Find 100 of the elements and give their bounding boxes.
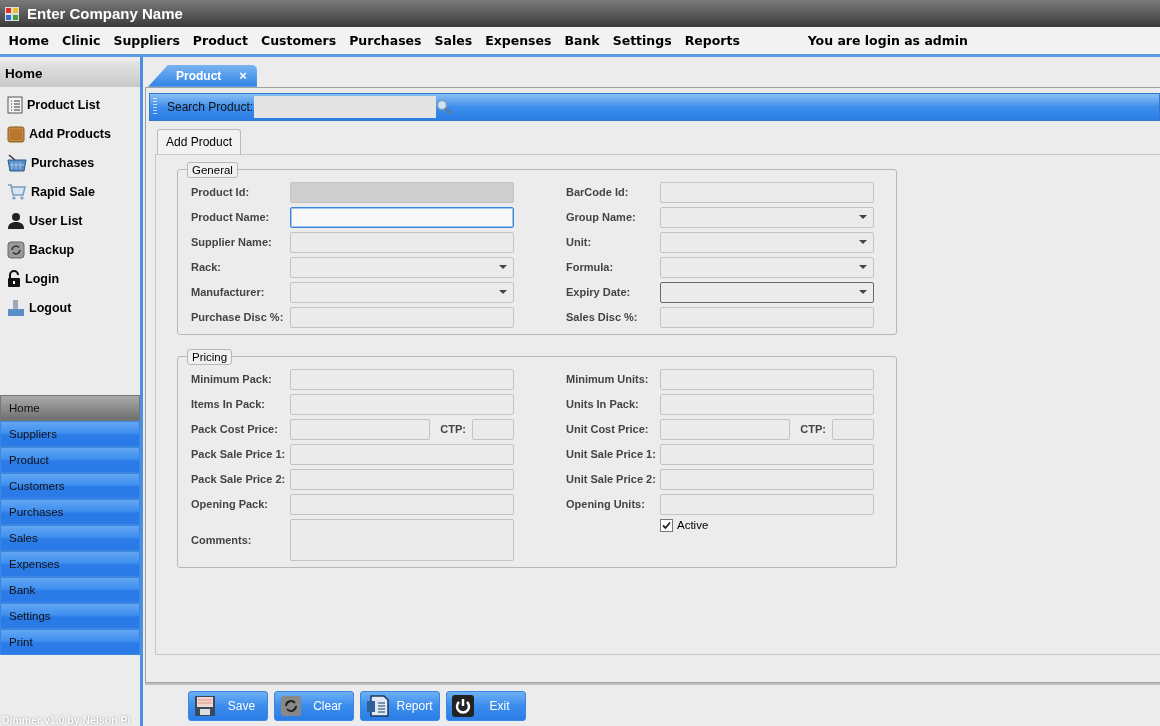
menu-item[interactable]: Product: [186, 33, 255, 48]
login-status: You are login as admin: [807, 33, 968, 48]
menu-item[interactable]: Sales: [428, 33, 479, 48]
field-label: Opening Pack:: [191, 498, 270, 511]
field-label: Comments:: [191, 533, 253, 546]
input-field[interactable]: [660, 393, 874, 415]
nav-item[interactable]: Suppliers: [0, 421, 140, 447]
input-field[interactable]: [660, 418, 791, 440]
nav-item[interactable]: Sales: [0, 525, 140, 551]
field-label: Minimum Pack:: [191, 373, 273, 386]
field-label: Expiry Date:: [566, 286, 632, 299]
field-label: Units In Pack:: [566, 398, 640, 411]
nav-item[interactable]: Bank: [0, 577, 140, 603]
menu-item[interactable]: Customers: [254, 33, 343, 48]
input-field[interactable]: [290, 368, 514, 390]
field-label: Group Name:: [566, 211, 637, 224]
sidebar-item[interactable]: Backup: [29, 242, 75, 257]
field-label: Supplier Name:: [191, 236, 273, 249]
caret-icon: [859, 290, 867, 295]
menu-item[interactable]: Suppliers: [106, 33, 187, 48]
power-icon: [452, 694, 474, 717]
list-icon: [7, 95, 23, 114]
nav-item[interactable]: Print: [0, 629, 140, 655]
field-label: Pack Sale Price 1:: [191, 448, 287, 461]
basket-icon: [7, 153, 27, 172]
sidebar-header: Home: [0, 61, 140, 87]
input-field[interactable]: [290, 443, 514, 465]
sidebar-item[interactable]: Logout: [29, 300, 72, 315]
box-icon: [7, 124, 25, 143]
input-field[interactable]: [660, 468, 874, 490]
input-field[interactable]: [290, 231, 514, 253]
sidebar-item[interactable]: Product List: [27, 97, 100, 112]
menu-item[interactable]: Expenses: [478, 33, 558, 48]
nav-item[interactable]: Purchases: [0, 499, 140, 525]
menu-item[interactable]: Settings: [606, 33, 679, 48]
lock-icon: [7, 269, 21, 288]
sidebar-item[interactable]: User List: [29, 213, 83, 228]
input-field[interactable]: [290, 206, 514, 228]
group-title: General: [187, 161, 238, 178]
form-tab[interactable]: Add Product: [157, 128, 242, 154]
input-field[interactable]: [290, 493, 514, 515]
search-icon[interactable]: [436, 98, 453, 115]
nav-item[interactable]: Customers: [0, 473, 140, 499]
caret-icon: [859, 265, 867, 270]
sidebar-item[interactable]: Add Products: [29, 126, 111, 141]
input-field[interactable]: [660, 306, 874, 328]
input-field[interactable]: [290, 468, 514, 490]
field-label: Pack Cost Price:: [191, 423, 279, 436]
dropdown[interactable]: [660, 281, 874, 303]
tray-icon: [7, 298, 25, 317]
field-label: Minimum Units:: [566, 373, 650, 386]
input-field[interactable]: [660, 493, 874, 515]
refresh-icon: [280, 694, 302, 717]
nav-item[interactable]: Settings: [0, 603, 140, 629]
nav-item[interactable]: Expenses: [0, 551, 140, 577]
search-label: Search Product:: [167, 99, 254, 114]
field-label: CTP:: [800, 423, 826, 436]
menu-item[interactable]: Purchases: [342, 33, 429, 48]
cart-icon: [7, 182, 27, 201]
field-label: Formula:: [566, 261, 615, 274]
menu-item[interactable]: Bank: [557, 33, 607, 48]
field-label: Rack:: [191, 261, 222, 274]
field-label: Manufacturer:: [191, 286, 266, 299]
menu-item[interactable]: Home: [2, 33, 56, 48]
field-label: Unit Sale Price 1:: [566, 448, 657, 461]
drive-icon: [7, 240, 25, 259]
field-label: Opening Units:: [566, 498, 646, 511]
input-field[interactable]: [832, 418, 874, 440]
nav-item[interactable]: Home: [0, 395, 140, 421]
text-area[interactable]: [290, 518, 514, 561]
input-field[interactable]: [290, 393, 514, 415]
caret-icon: [859, 215, 867, 220]
sidebar-item[interactable]: Rapid Sale: [31, 184, 95, 199]
field-label: Unit:: [566, 236, 593, 249]
field-label: BarCode Id:: [566, 186, 630, 199]
field-label: Unit Sale Price 2:: [566, 473, 657, 486]
input-field[interactable]: [660, 368, 874, 390]
input-field[interactable]: [660, 181, 874, 203]
document-icon: [366, 694, 390, 717]
group-title: Pricing: [187, 348, 233, 365]
menu-item[interactable]: Reports: [678, 33, 747, 48]
field-label: Unit Cost Price:: [566, 423, 650, 436]
sidebar-item[interactable]: Purchases: [31, 155, 95, 170]
app-icon: [5, 6, 19, 21]
search-field[interactable]: [254, 95, 437, 118]
checkbox[interactable]: [660, 518, 673, 532]
input-field[interactable]: [290, 418, 431, 440]
field-label: Items In Pack:: [191, 398, 266, 411]
input-field[interactable]: [660, 443, 874, 465]
sidebar-item[interactable]: Login: [25, 271, 59, 286]
input-field[interactable]: [472, 418, 514, 440]
caret-icon: [499, 265, 507, 270]
field-label: Purchase Disc %:: [191, 311, 285, 324]
input-field[interactable]: [290, 306, 514, 328]
menu-item[interactable]: Clinic: [55, 33, 107, 48]
nav-item[interactable]: Product: [0, 447, 140, 473]
caret-icon: [499, 290, 507, 295]
user-icon: [7, 211, 25, 230]
window-title: Enter Company Name: [27, 5, 183, 22]
checkbox-label: Active: [677, 519, 709, 532]
